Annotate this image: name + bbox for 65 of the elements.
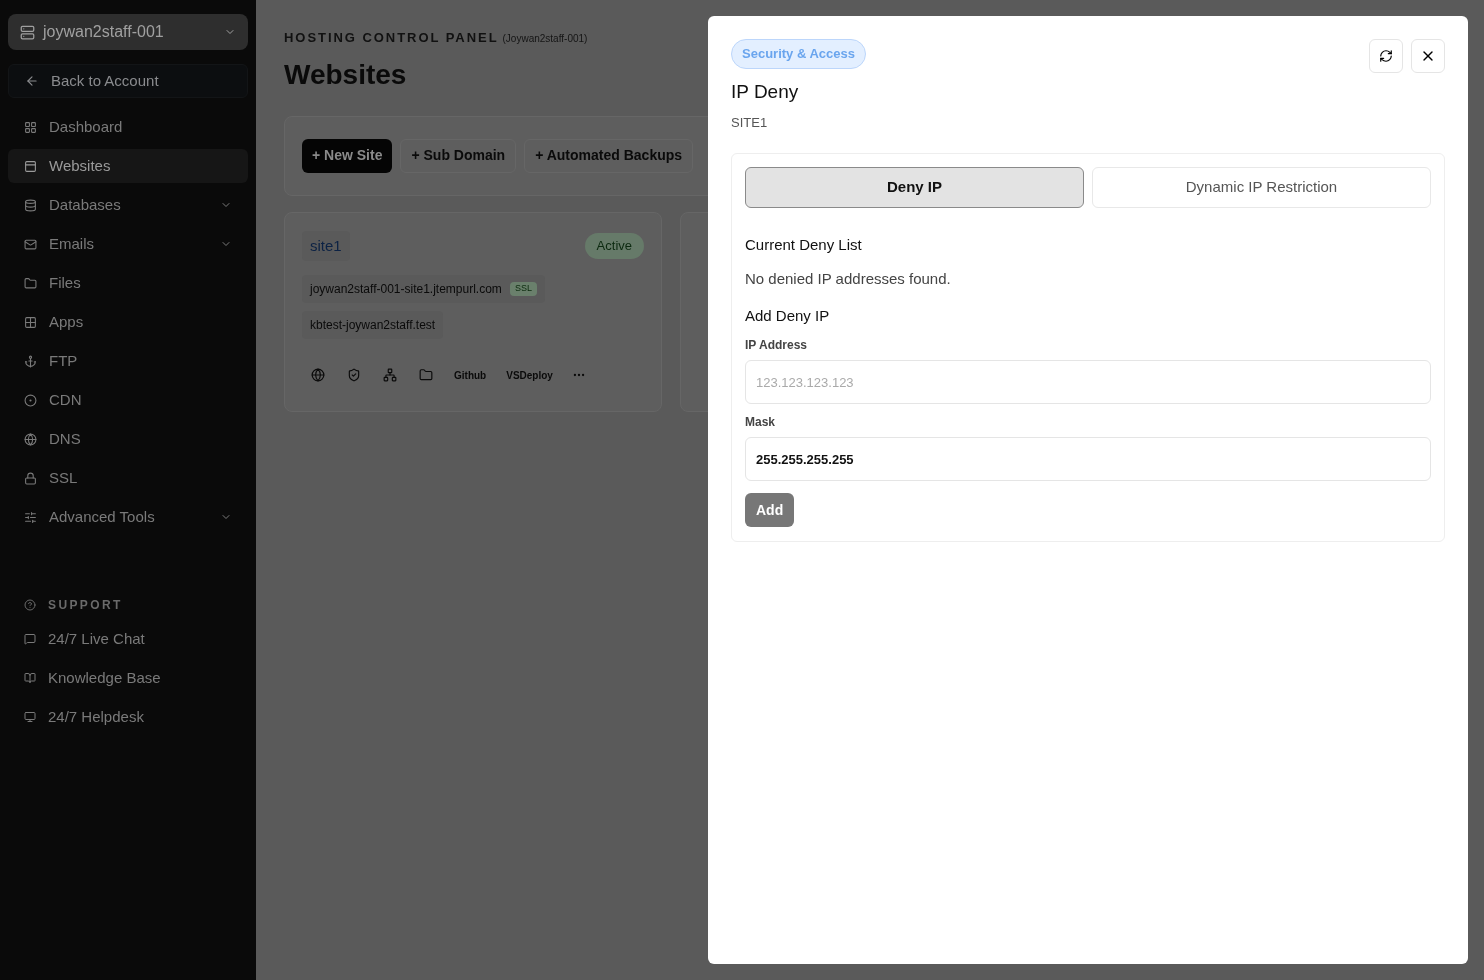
section-heading: Current Deny List <box>745 234 863 255</box>
nav-item[interactable]: Databases <box>8 188 248 222</box>
field-label: Mask <box>745 414 777 431</box>
deploy-button[interactable]: VSDeploy <box>498 361 561 389</box>
nav-item[interactable]: Dashboard <box>8 110 248 144</box>
page-eyebrow: HOSTING CONTROL PANEL <box>284 29 499 47</box>
toolbar-button[interactable]: + Automated Backups <box>524 138 694 173</box>
toolbar-button[interactable]: + Sub Domain <box>400 138 517 173</box>
status-badge: Active <box>584 233 644 259</box>
nav-icon <box>24 510 37 524</box>
tab[interactable]: Deny IP <box>745 166 1084 208</box>
nav-item[interactable]: CDN <box>8 383 248 417</box>
support-icon <box>24 711 36 723</box>
nav-item[interactable]: Advanced Tools <box>8 500 248 534</box>
shield-check-icon <box>347 368 361 382</box>
nav-icon <box>24 159 37 173</box>
support-link[interactable]: Knowledge Base <box>8 661 248 695</box>
nav-icon <box>24 198 37 212</box>
refresh-button[interactable] <box>1369 39 1403 73</box>
support-link[interactable]: 24/7 Helpdesk <box>8 700 248 734</box>
refresh-icon <box>1379 49 1393 63</box>
globe-icon <box>311 368 325 382</box>
add-button[interactable]: Add <box>745 493 795 527</box>
nav-icon <box>24 393 37 407</box>
back-link[interactable]: Back to Account <box>8 64 248 98</box>
account-switcher[interactable]: joywan2staff-001 <box>8 14 248 50</box>
section-heading: SUPPORT <box>48 597 123 614</box>
toolbar-button[interactable]: + New Site <box>302 138 393 173</box>
section-heading: Add Deny IP <box>745 305 831 326</box>
nav-icon <box>24 276 37 290</box>
tab[interactable]: Dynamic IP Restriction <box>1092 166 1431 208</box>
nav-icon <box>24 315 37 329</box>
field-label: IP Address <box>745 337 809 354</box>
network-icon <box>383 368 397 382</box>
nav-item[interactable]: Apps <box>8 305 248 339</box>
support-link[interactable]: 24/7 Live Chat <box>8 622 248 656</box>
folder-icon <box>419 368 433 382</box>
deploy-button[interactable]: Github <box>446 361 495 389</box>
ssl-badge: SSL <box>509 282 537 296</box>
nav-item[interactable]: SSL <box>8 461 248 495</box>
account-name: (Joywan2staff-001) <box>502 32 588 46</box>
nav-item[interactable]: Emails <box>8 227 248 261</box>
support-icon <box>24 633 36 645</box>
nav-icon <box>24 471 37 485</box>
domain-name: joywan2staff-001-site1.jtempurl.com <box>310 281 502 298</box>
dialog-subtitle: SITE1 <box>731 114 768 132</box>
dialog-title: IP Deny <box>731 79 799 104</box>
nav-item[interactable]: Files <box>8 266 248 300</box>
nav-icon <box>24 237 37 251</box>
close-button[interactable] <box>1411 39 1445 73</box>
support-icon <box>24 672 36 684</box>
nav-icon <box>24 120 37 134</box>
nav-item[interactable]: FTP <box>8 344 248 378</box>
domain-name: kbtest-joywan2staff.test <box>310 317 436 334</box>
nav-item[interactable]: DNS <box>8 422 248 456</box>
empty-message: No denied IP addresses found. <box>745 269 952 289</box>
nav-icon <box>24 354 37 368</box>
nav-item[interactable]: Websites <box>8 149 248 183</box>
nav-icon <box>24 432 37 446</box>
help-icon <box>24 599 36 611</box>
page-title: Websites <box>284 57 407 92</box>
server-icon <box>20 24 35 40</box>
input-field[interactable]: 255.255.255.255 <box>745 437 1431 481</box>
input-field[interactable]: 123.123.123.123 <box>745 360 1431 404</box>
category-badge: Security & Access <box>731 39 866 69</box>
